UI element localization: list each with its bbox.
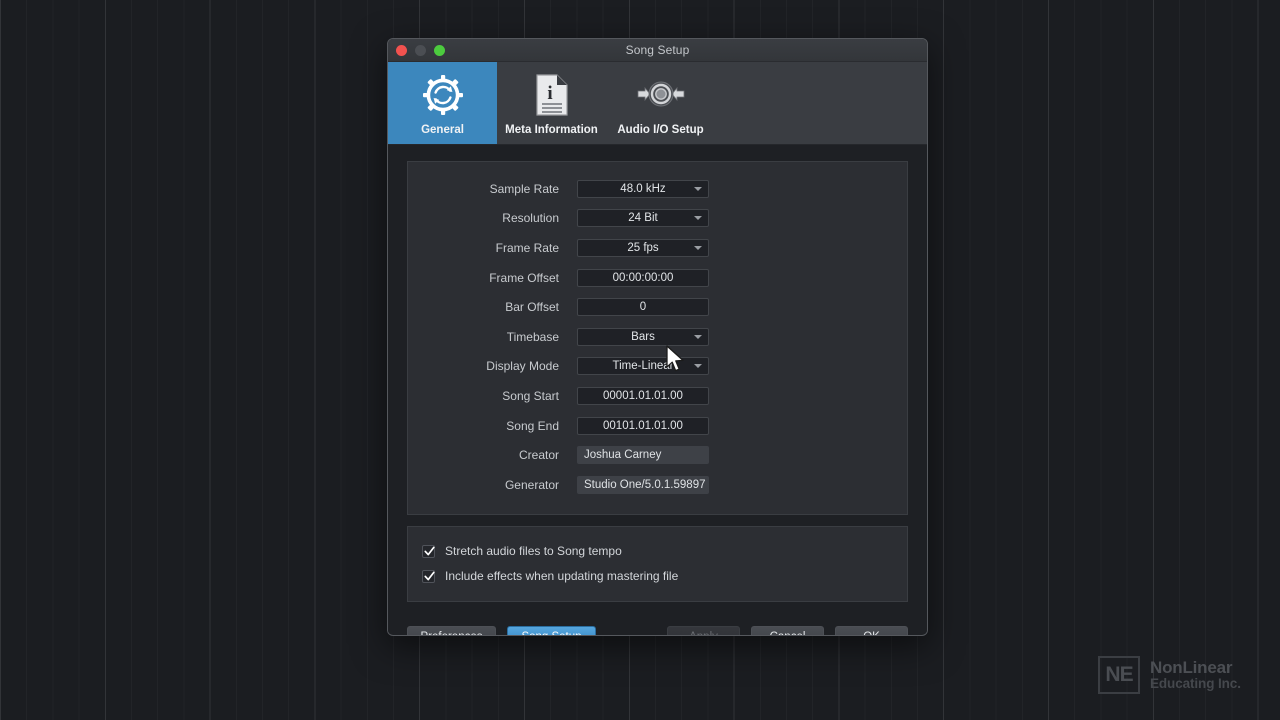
window-controls: [396, 45, 445, 56]
dialog-footer: Preferences Song Setup Apply Cancel OK: [407, 625, 908, 635]
chevron-down-icon: [694, 245, 702, 250]
option-include-effects-label: Include effects when updating mastering …: [445, 569, 679, 584]
svg-text:i: i: [547, 83, 552, 104]
chevron-down-icon: [694, 216, 702, 221]
watermark-line-2: Educating Inc.: [1150, 675, 1241, 691]
value-timebase: Bars: [631, 330, 655, 343]
tab-audio-io-setup[interactable]: Audio I/O Setup: [606, 62, 715, 144]
dropdown-display-mode[interactable]: Time-Linear: [577, 357, 709, 376]
row-song-end: Song End 00101.01.01.00: [408, 411, 907, 441]
label-generator: Generator: [504, 477, 559, 492]
row-generator: Generator Studio One/5.0.1.59897: [408, 470, 907, 500]
song-setup-dialog: Song Setup General i Meta Information Au…: [387, 38, 928, 636]
tab-meta-information-label: Meta Information: [505, 124, 598, 136]
close-button-icon[interactable]: [396, 45, 407, 56]
option-stretch-audio-to-tempo[interactable]: Stretch audio files to Song tempo: [422, 539, 893, 564]
general-settings-panel: Sample Rate 48.0 kHz Resolution 24 Bit F…: [407, 161, 908, 515]
row-resolution: Resolution 24 Bit: [408, 204, 907, 234]
dropdown-frame-rate[interactable]: 25 fps: [577, 238, 709, 257]
value-frame-rate: 25 fps: [627, 241, 659, 254]
label-frame-rate: Frame Rate: [495, 240, 559, 255]
label-display-mode: Display Mode: [486, 359, 559, 374]
input-creator[interactable]: Joshua Carney: [577, 446, 709, 465]
value-song-start: 00001.01.01.00: [603, 389, 683, 402]
value-display-mode: Time-Linear: [612, 360, 674, 373]
label-song-end: Song End: [506, 418, 559, 433]
tab-general[interactable]: General: [388, 62, 497, 144]
label-creator: Creator: [518, 448, 559, 463]
value-song-end: 00101.01.01.00: [603, 419, 683, 432]
watermark-nonlinear-educating: NE NonLinear Educating Inc.: [1098, 656, 1241, 694]
audio-io-knob-icon: [637, 73, 685, 117]
watermark-line-1: NonLinear: [1150, 657, 1233, 677]
watermark-text: NonLinear Educating Inc.: [1150, 659, 1241, 691]
value-frame-offset: 00:00:00:00: [612, 271, 674, 284]
value-bar-offset: 0: [639, 301, 647, 314]
label-resolution: Resolution: [502, 211, 559, 226]
cancel-button[interactable]: Cancel: [751, 625, 824, 635]
options-panel: Stretch audio files to Song tempo Includ…: [407, 525, 908, 602]
window-title: Song Setup: [625, 43, 690, 57]
row-frame-rate: Frame Rate 25 fps: [408, 233, 907, 263]
row-creator: Creator Joshua Carney: [408, 440, 907, 470]
row-display-mode: Display Mode Time-Linear: [408, 352, 907, 382]
tab-general-label: General: [421, 124, 464, 136]
row-sample-rate: Sample Rate 48.0 kHz: [408, 174, 907, 204]
song-setup-button[interactable]: Song Setup: [507, 625, 596, 635]
input-frame-offset[interactable]: 00:00:00:00: [577, 268, 709, 287]
value-sample-rate: 48.0 kHz: [620, 182, 666, 195]
row-bar-offset: Bar Offset 0: [408, 292, 907, 322]
nonlinear-badge-text: NE: [1105, 663, 1133, 686]
document-info-icon: i: [535, 73, 569, 117]
dropdown-resolution[interactable]: 24 Bit: [577, 209, 709, 228]
preferences-button[interactable]: Preferences: [407, 625, 496, 635]
label-sample-rate: Sample Rate: [489, 181, 559, 196]
value-creator: Joshua Carney: [584, 449, 662, 462]
label-frame-offset: Frame Offset: [489, 270, 559, 285]
label-bar-offset: Bar Offset: [505, 300, 559, 315]
label-song-start: Song Start: [502, 388, 559, 403]
gear-refresh-icon: [421, 73, 465, 117]
label-timebase: Timebase: [506, 329, 559, 344]
maximize-button-icon[interactable]: [434, 45, 445, 56]
input-song-start[interactable]: 00001.01.01.00: [577, 386, 709, 405]
daw-background: Song Setup General i Meta Information Au…: [0, 0, 1280, 720]
value-generator: Studio One/5.0.1.59897: [584, 478, 706, 491]
option-stretch-audio-label: Stretch audio files to Song tempo: [445, 544, 622, 559]
chevron-down-icon: [694, 186, 702, 191]
minimize-button-icon[interactable]: [415, 45, 426, 56]
dropdown-timebase[interactable]: Bars: [577, 327, 709, 346]
input-song-end[interactable]: 00101.01.01.00: [577, 416, 709, 435]
nonlinear-badge-icon: NE: [1098, 656, 1140, 694]
option-include-effects-mastering[interactable]: Include effects when updating mastering …: [422, 564, 893, 589]
chevron-down-icon: [694, 364, 702, 369]
row-frame-offset: Frame Offset 00:00:00:00: [408, 263, 907, 293]
tab-meta-information[interactable]: i Meta Information: [497, 62, 606, 144]
checkbox-checked-icon[interactable]: [422, 569, 435, 583]
chevron-down-icon: [694, 334, 702, 339]
dialog-body: Sample Rate 48.0 kHz Resolution 24 Bit F…: [388, 145, 927, 635]
apply-button[interactable]: Apply: [667, 625, 740, 635]
row-timebase: Timebase Bars: [408, 322, 907, 352]
dialog-titlebar[interactable]: Song Setup: [388, 39, 927, 62]
tab-bar: General i Meta Information Audio I/O Set…: [388, 62, 927, 145]
tab-audio-io-setup-label: Audio I/O Setup: [617, 124, 704, 136]
input-bar-offset[interactable]: 0: [577, 298, 709, 317]
dropdown-sample-rate[interactable]: 48.0 kHz: [577, 179, 709, 198]
checkbox-checked-icon[interactable]: [422, 544, 435, 558]
value-resolution: 24 Bit: [628, 212, 658, 225]
ok-button[interactable]: OK: [835, 625, 908, 635]
row-song-start: Song Start 00001.01.01.00: [408, 381, 907, 411]
value-generator-box: Studio One/5.0.1.59897: [577, 475, 709, 494]
